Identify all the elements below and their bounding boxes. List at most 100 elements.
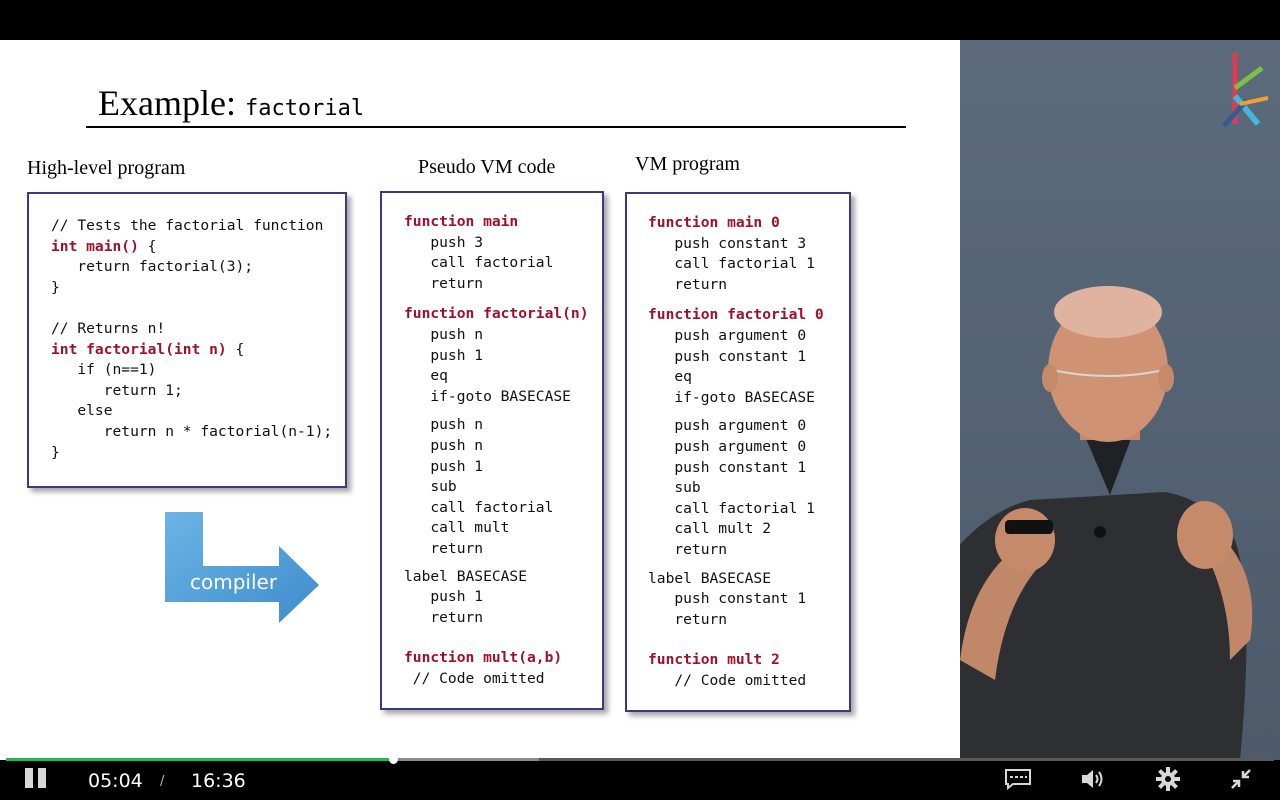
code-text: }: [51, 278, 60, 296]
pause-icon: [25, 768, 46, 788]
code-line: eq: [648, 367, 824, 388]
code-line: return: [404, 608, 589, 629]
pseudo-vm-label: Pseudo VM code: [418, 156, 556, 178]
code-text: eq: [648, 368, 692, 386]
code-text: call mult: [404, 519, 510, 537]
code-line: label BASECASE: [404, 567, 589, 588]
vm-program-code: function main 0 push constant 3 call fac…: [648, 213, 824, 691]
code-text: sub: [404, 478, 457, 496]
compiler-arrow: [165, 512, 319, 623]
code-line: push argument 0: [648, 437, 824, 458]
high-level-label: High-level program: [27, 157, 186, 179]
presenter-image: [960, 286, 1253, 760]
title-divider: [86, 126, 906, 128]
code-text: return: [648, 275, 728, 293]
current-time: 05:04: [88, 770, 143, 792]
code-text: return n * factorial(n-1);: [51, 422, 333, 440]
code-text: push 1: [404, 346, 484, 364]
code-text: return 1;: [51, 381, 183, 399]
volume-icon: [1082, 770, 1103, 788]
code-text: // Tests the factorial function: [51, 217, 324, 234]
code-text: // Code omitted: [404, 669, 545, 687]
code-line: function main: [404, 212, 589, 233]
code-line: call factorial: [404, 253, 589, 274]
code-line: int factorial(int n) {: [51, 340, 332, 361]
code-text: call mult 2: [648, 520, 772, 538]
code-text: return: [648, 540, 728, 558]
code-text: call factorial: [404, 254, 554, 272]
code-line: push 1: [404, 346, 589, 367]
code-line: return: [404, 274, 589, 295]
code-line: // Code omitted: [648, 671, 824, 692]
code-text: push 1: [404, 588, 484, 606]
code-line: eq: [404, 366, 589, 387]
code-text: push argument 0: [648, 326, 807, 344]
code-line: return: [648, 610, 824, 631]
captions-icon: [1005, 769, 1031, 791]
fullscreen-button[interactable]: [1230, 768, 1252, 790]
code-text: // Returns n!: [51, 319, 166, 337]
code-text: push constant 1: [648, 590, 807, 608]
code-keyword: function main 0: [648, 214, 780, 231]
player-controls: 05:04 / 16:36: [0, 760, 1280, 800]
slide-title-code: factorial: [244, 96, 365, 121]
code-line: push constant 1: [648, 458, 824, 479]
code-line: push 1: [404, 457, 589, 478]
code-line: push n: [404, 436, 589, 457]
code-line: int main() {: [51, 237, 332, 258]
code-keyword: int factorial(int n): [51, 340, 236, 358]
slide-title: Example: factorial: [98, 82, 364, 124]
code-line: }: [51, 278, 332, 299]
code-text: return: [648, 610, 728, 628]
code-text: eq: [404, 367, 448, 385]
code-line: return: [648, 275, 824, 296]
presenter-panel: [960, 40, 1280, 760]
code-line: sub: [404, 477, 589, 498]
compiler-label: compiler: [190, 570, 278, 594]
code-line: call factorial: [404, 498, 589, 519]
code-text: call factorial 1: [648, 255, 815, 273]
code-keyword: function mult 2: [648, 651, 780, 669]
pause-button[interactable]: [24, 767, 48, 789]
code-text: return: [404, 274, 484, 292]
code-text: push argument 0: [648, 437, 807, 455]
slide: Example: factorial High-level program Ps…: [0, 40, 960, 760]
volume-button[interactable]: [1080, 768, 1106, 790]
duration: 16:36: [191, 770, 246, 792]
code-line: push argument 0: [648, 326, 824, 347]
code-text: push constant 3: [648, 234, 807, 252]
progress-handle[interactable]: [388, 755, 398, 764]
captions-button[interactable]: [1004, 768, 1032, 791]
code-line: push n: [404, 325, 589, 346]
code-line: call mult 2: [648, 519, 824, 540]
settings-button[interactable]: [1156, 767, 1180, 791]
code-line: if-goto BASECASE: [404, 387, 589, 408]
code-text: push constant 1: [648, 347, 807, 365]
code-text: {: [235, 340, 245, 358]
code-text: return: [404, 539, 484, 557]
code-line: push argument 0: [648, 416, 824, 437]
code-line: push constant 1: [648, 347, 824, 368]
code-line: push n: [404, 415, 589, 436]
code-text: sub: [648, 479, 701, 497]
code-line: // Tests the factorial function: [51, 216, 332, 237]
code-keyword: int main(): [51, 237, 148, 255]
code-text: // Code omitted: [648, 671, 807, 689]
code-text: label BASECASE: [648, 569, 772, 587]
exit-fullscreen-icon: [1231, 769, 1251, 789]
code-line: return: [404, 539, 589, 560]
code-text: else: [51, 402, 113, 420]
code-line: call factorial 1: [648, 499, 824, 520]
code-text: push 3: [404, 233, 484, 251]
code-line: push constant 3: [648, 234, 824, 255]
code-keyword: function factorial(n): [404, 305, 589, 323]
video-top-bar: [0, 0, 1280, 40]
code-text: push n: [404, 325, 484, 343]
code-text: }: [51, 443, 60, 461]
code-line: if-goto BASECASE: [648, 388, 824, 409]
code-line: sub: [648, 478, 824, 499]
code-text: push argument 0: [648, 417, 807, 435]
progress-bar[interactable]: [6, 755, 1274, 764]
code-line: push 1: [404, 587, 589, 608]
